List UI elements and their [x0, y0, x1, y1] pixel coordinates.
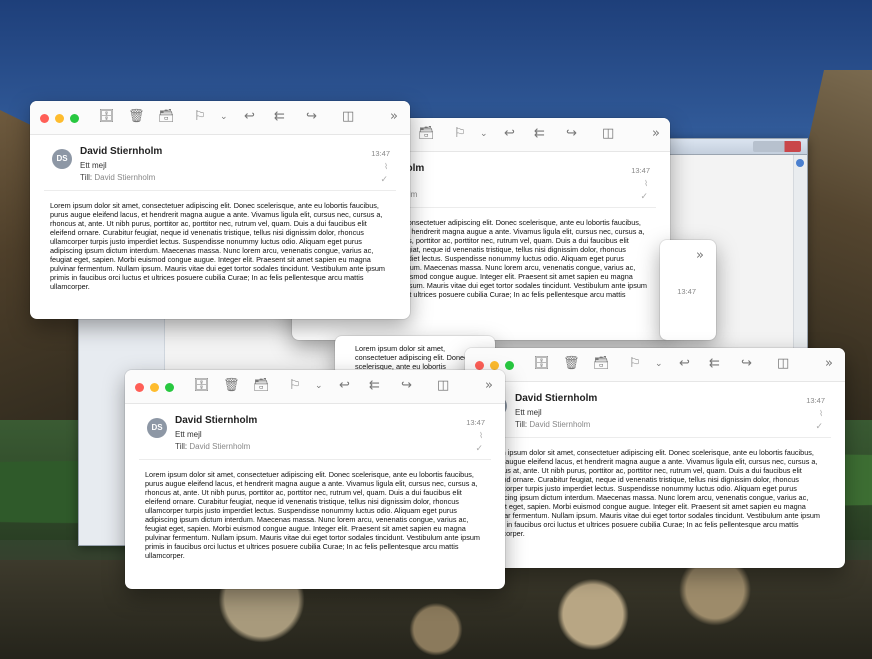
zoom-button[interactable] — [165, 383, 174, 392]
chevron-down-icon[interactable]: ⌄ — [315, 378, 323, 394]
junk-icon[interactable]: 🗃 — [593, 356, 610, 372]
forward-icon[interactable]: ↪ — [306, 109, 317, 125]
chevron-down-icon[interactable]: ⌄ — [220, 109, 228, 125]
sidebar-icon[interactable]: ◫ — [342, 109, 354, 125]
mail-toolbar: 🗄 🗑 🗃 ⚐ ⌄ ↩ ⇇ ↪ ◫ » — [125, 370, 505, 404]
to-label: Till: — [175, 442, 188, 451]
forward-icon[interactable]: ↪ — [401, 378, 412, 394]
message-time: 13:47 — [677, 287, 696, 296]
reply-icon[interactable]: ↩ — [679, 356, 690, 372]
close-button[interactable] — [475, 361, 484, 370]
mail-window-1[interactable]: 🗄 🗑 🗃 ⚐ ⌄ ↩ ⇇ ↪ ◫ » DS David Stiernholm … — [30, 101, 410, 319]
reply-all-icon[interactable]: ⇇ — [274, 109, 285, 125]
checkmark-icon: ✓ — [815, 421, 823, 431]
mail-toolbar: 🗄 🗑 🗃 ⚐ ⌄ ↩ ⇇ ↪ ◫ » — [465, 348, 845, 382]
sidebar-icon[interactable]: ◫ — [602, 126, 614, 142]
minimize-button[interactable] — [150, 383, 159, 392]
flag-icon[interactable]: ⚐ — [454, 126, 466, 142]
junk-icon[interactable]: 🗃 — [158, 109, 175, 125]
message-time: 13:47 — [371, 149, 390, 158]
more-icon[interactable]: » — [652, 126, 660, 142]
message-time: 13:47 — [466, 418, 485, 427]
junk-icon[interactable]: 🗃 — [418, 126, 435, 142]
chevron-down-icon[interactable]: ⌄ — [480, 126, 488, 142]
recipient-line: Till: David Stiernholm — [175, 442, 250, 451]
reply-all-icon[interactable]: ⇇ — [369, 378, 380, 394]
recipient-line: Till: David Stiernholm — [515, 420, 590, 429]
archive-icon[interactable]: 🗄 — [193, 378, 210, 394]
subject: Ett mejl — [80, 161, 107, 170]
reply-all-icon[interactable]: ⇇ — [709, 356, 720, 372]
reply-icon[interactable]: ↩ — [504, 126, 515, 142]
forward-icon[interactable]: ↪ — [741, 356, 752, 372]
reply-icon[interactable]: ↩ — [244, 109, 255, 125]
forward-icon[interactable]: ↪ — [566, 126, 577, 142]
sidebar-icon[interactable]: ◫ — [437, 378, 449, 394]
archive-icon[interactable]: 🗄 — [98, 109, 115, 125]
subject: Ett mejl — [175, 430, 202, 439]
sender-name[interactable]: David Stiernholm — [175, 415, 257, 426]
message-header: DS David Stiernholm Ett mejl Till: David… — [139, 404, 491, 460]
more-icon[interactable]: » — [485, 378, 493, 394]
background-window-indicator — [796, 159, 804, 167]
traffic-lights — [475, 361, 514, 370]
message-time: 13:47 — [806, 396, 825, 405]
chevron-down-icon[interactable]: ⌄ — [655, 356, 663, 372]
close-button[interactable] — [40, 114, 49, 123]
avatar: DS — [52, 149, 72, 169]
trash-icon[interactable]: 🗑 — [128, 109, 145, 125]
message-body: Lorem ipsum dolor sit amet, consectetuer… — [485, 448, 821, 538]
to-value[interactable]: David Stiernholm — [189, 442, 250, 451]
subject: Ett mejl — [515, 408, 542, 417]
paperclip-icon: ⌇ — [644, 179, 648, 188]
more-icon[interactable]: » — [390, 109, 398, 125]
to-label: Till: — [515, 420, 528, 429]
minimize-button[interactable] — [490, 361, 499, 370]
mail-window-5[interactable]: » 13:47 — [660, 240, 716, 340]
mail-toolbar: 🗄 🗑 🗃 ⚐ ⌄ ↩ ⇇ ↪ ◫ » — [30, 101, 410, 135]
junk-icon[interactable]: 🗃 — [253, 378, 270, 394]
sender-name[interactable]: David Stiernholm — [80, 146, 162, 157]
message-body: Lorem ipsum dolor sit amet, consectetuer… — [145, 470, 481, 560]
flag-icon[interactable]: ⚐ — [629, 356, 641, 372]
to-value[interactable]: David Stiernholm — [529, 420, 590, 429]
message-header: DS David Stiernholm Ett mejl Till: David… — [44, 135, 396, 191]
message-time: 13:47 — [631, 166, 650, 175]
checkmark-icon: ✓ — [475, 443, 483, 453]
more-icon[interactable]: » — [696, 248, 704, 264]
message-body: Lorem ipsum dolor sit amet, consectetuer… — [50, 201, 386, 291]
avatar: DS — [147, 418, 167, 438]
flag-icon[interactable]: ⚐ — [194, 109, 206, 125]
zoom-button[interactable] — [505, 361, 514, 370]
mail-window-3[interactable]: 🗄 🗑 🗃 ⚐ ⌄ ↩ ⇇ ↪ ◫ » DS David Stiernholm … — [465, 348, 845, 568]
recipient-line: Till: David Stiernholm — [80, 173, 155, 182]
checkmark-icon: ✓ — [640, 191, 648, 201]
more-icon[interactable]: » — [825, 356, 833, 372]
sender-name[interactable]: David Stiernholm — [515, 393, 597, 404]
sidebar-icon[interactable]: ◫ — [777, 356, 789, 372]
reply-all-icon[interactable]: ⇇ — [534, 126, 545, 142]
paperclip-icon: ⌇ — [479, 431, 483, 440]
checkmark-icon: ✓ — [380, 174, 388, 184]
traffic-lights — [40, 114, 79, 123]
trash-icon[interactable]: 🗑 — [223, 378, 240, 394]
background-window-controls[interactable] — [753, 141, 801, 152]
close-button[interactable] — [135, 383, 144, 392]
to-value[interactable]: David Stiernholm — [94, 173, 155, 182]
traffic-lights — [135, 383, 174, 392]
minimize-button[interactable] — [55, 114, 64, 123]
message-header: DS David Stiernholm Ett mejl Till: David… — [479, 382, 831, 438]
zoom-button[interactable] — [70, 114, 79, 123]
paperclip-icon: ⌇ — [819, 409, 823, 418]
trash-icon[interactable]: 🗑 — [563, 356, 580, 372]
mail-window-2[interactable]: 🗄 🗑 🗃 ⚐ ⌄ ↩ ⇇ ↪ ◫ » DS David Stiernholm … — [125, 370, 505, 589]
archive-icon[interactable]: 🗄 — [533, 356, 550, 372]
to-label: Till: — [80, 173, 93, 182]
flag-icon[interactable]: ⚐ — [289, 378, 301, 394]
paperclip-icon: ⌇ — [384, 162, 388, 171]
reply-icon[interactable]: ↩ — [339, 378, 350, 394]
